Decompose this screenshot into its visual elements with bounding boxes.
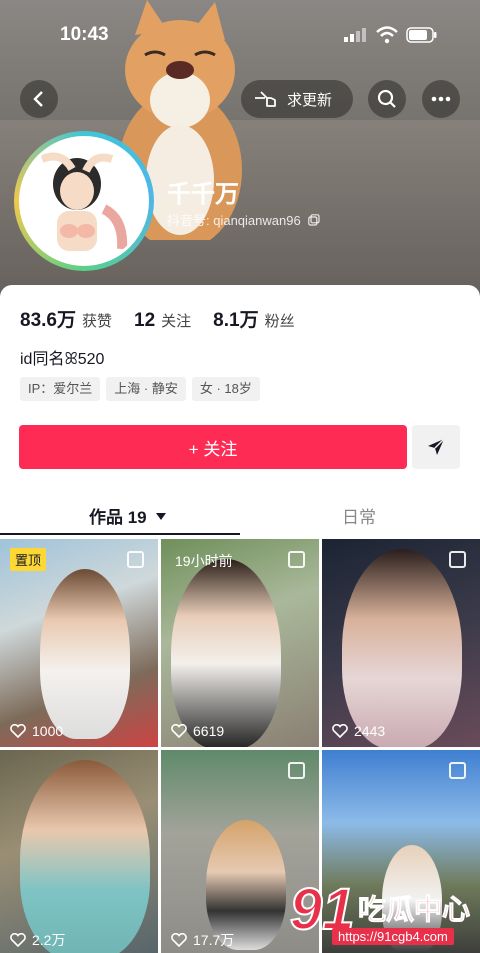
tag-gender-age: 女 · 18岁	[191, 377, 260, 401]
video-thumbnail[interactable]: 置顶 1000	[0, 539, 158, 747]
heart-icon	[10, 933, 26, 947]
video-likes: 2443	[332, 723, 385, 739]
video-likes-count: 6619	[193, 723, 225, 739]
tab-works[interactable]: 作品 19	[89, 503, 167, 528]
content-tabs: 作品 19 日常	[0, 495, 480, 537]
status-time: 10:43	[60, 24, 109, 45]
profile-bio: id同名ꕤ520	[20, 351, 105, 368]
request-update-label: 求更新	[287, 91, 333, 109]
multi-image-icon	[449, 762, 466, 779]
watermark-text: 吃瓜中心	[357, 894, 471, 926]
video-likes-count: 2443	[354, 723, 386, 739]
pinned-badge: 置顶	[10, 548, 47, 571]
douyin-id[interactable]: 抖音号: qianqianwan96	[167, 210, 320, 229]
followers-count[interactable]: 8.1万	[213, 305, 258, 332]
more-icon	[431, 96, 451, 102]
status-bar: 10:43	[0, 24, 480, 48]
likes-count: 83.6万	[20, 310, 76, 331]
request-update-button[interactable]: 求更新	[241, 80, 353, 118]
heart-icon	[171, 933, 187, 947]
signal-icon	[344, 28, 366, 42]
following-label[interactable]: 关注	[161, 310, 191, 331]
tag-ip: IP：爱尔兰	[20, 377, 101, 401]
multi-image-icon	[127, 551, 144, 568]
search-button[interactable]	[368, 80, 406, 118]
video-likes: 6619	[171, 723, 224, 739]
heart-icon	[10, 724, 26, 738]
video-thumbnail[interactable]: 2443	[322, 539, 480, 747]
likes-label: 获赞	[81, 313, 112, 330]
multi-image-icon	[288, 551, 305, 568]
more-button[interactable]	[422, 80, 460, 118]
profile-stats: 83.6万 获赞 12 关注 8.1万 粉丝	[20, 305, 317, 332]
video-thumbnail[interactable]: 2.2万	[0, 750, 158, 953]
search-icon	[377, 89, 396, 108]
video-likes: 1000	[10, 723, 63, 739]
multi-image-icon	[449, 551, 466, 568]
battery-icon	[406, 27, 437, 43]
follow-button[interactable]: + 关注	[19, 425, 407, 469]
watermark-url: https://91cgb4.com	[332, 928, 454, 945]
profile-name: 千千万	[167, 181, 239, 208]
video-likes-count: 2.2万	[32, 932, 66, 948]
active-tab-indicator	[0, 533, 240, 535]
video-likes: 2.2万	[10, 930, 65, 950]
tab-works-label: 作品 19	[89, 508, 147, 527]
heart-icon	[171, 724, 187, 738]
wifi-icon	[376, 26, 398, 44]
avatar-illustration	[22, 139, 146, 263]
back-button[interactable]	[20, 80, 58, 118]
send-icon	[428, 438, 445, 455]
tab-daily[interactable]: 日常	[342, 503, 376, 528]
profile-header: 10:43 求更新 千千万 抖音号: qianqianwan96	[0, 0, 480, 300]
tag-location: 上海 · 静安	[106, 377, 186, 401]
avatar-image	[19, 136, 149, 266]
video-likes: 17.7万	[171, 930, 234, 950]
dropdown-triangle-icon	[156, 513, 167, 520]
video-likes-count: 1000	[32, 723, 64, 739]
profile-tags: IP：爱尔兰 上海 · 静安 女 · 18岁	[20, 377, 260, 401]
followers-label[interactable]: 粉丝	[265, 310, 295, 331]
copy-icon[interactable]	[308, 214, 320, 226]
send-button[interactable]	[412, 425, 460, 469]
time-badge: 19小时前	[175, 553, 233, 569]
hand-pointer-icon	[255, 91, 276, 107]
following-count[interactable]: 12	[134, 310, 155, 332]
multi-image-icon	[288, 762, 305, 779]
heart-icon	[332, 724, 348, 738]
avatar[interactable]	[14, 131, 154, 271]
video-thumbnail[interactable]: 19小时前 6619	[161, 539, 319, 747]
douyin-id-text: 抖音号: qianqianwan96	[167, 213, 301, 228]
watermark-logo: 91 吃瓜中心 https://91cgb4.com	[289, 876, 480, 953]
video-likes-count: 17.7万	[193, 932, 235, 948]
back-arrow-icon	[33, 91, 43, 107]
